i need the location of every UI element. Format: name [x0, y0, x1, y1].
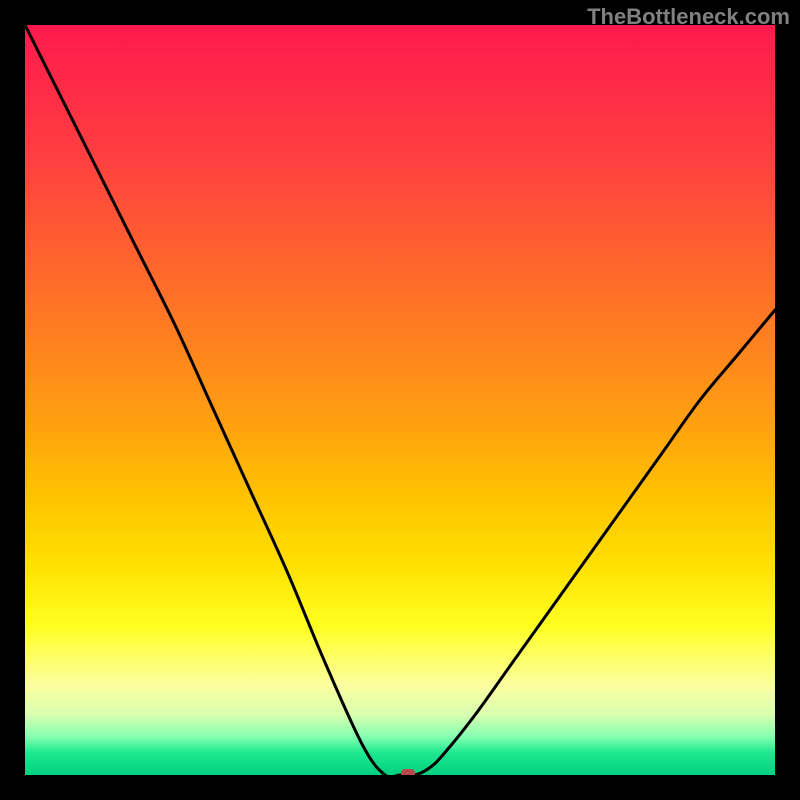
curve-layer: [25, 25, 775, 775]
optimal-point-marker: [401, 769, 415, 775]
bottleneck-curve: [25, 25, 775, 775]
plot-area: [25, 25, 775, 775]
watermark-text: TheBottleneck.com: [587, 4, 790, 30]
chart-container: TheBottleneck.com: [0, 0, 800, 800]
